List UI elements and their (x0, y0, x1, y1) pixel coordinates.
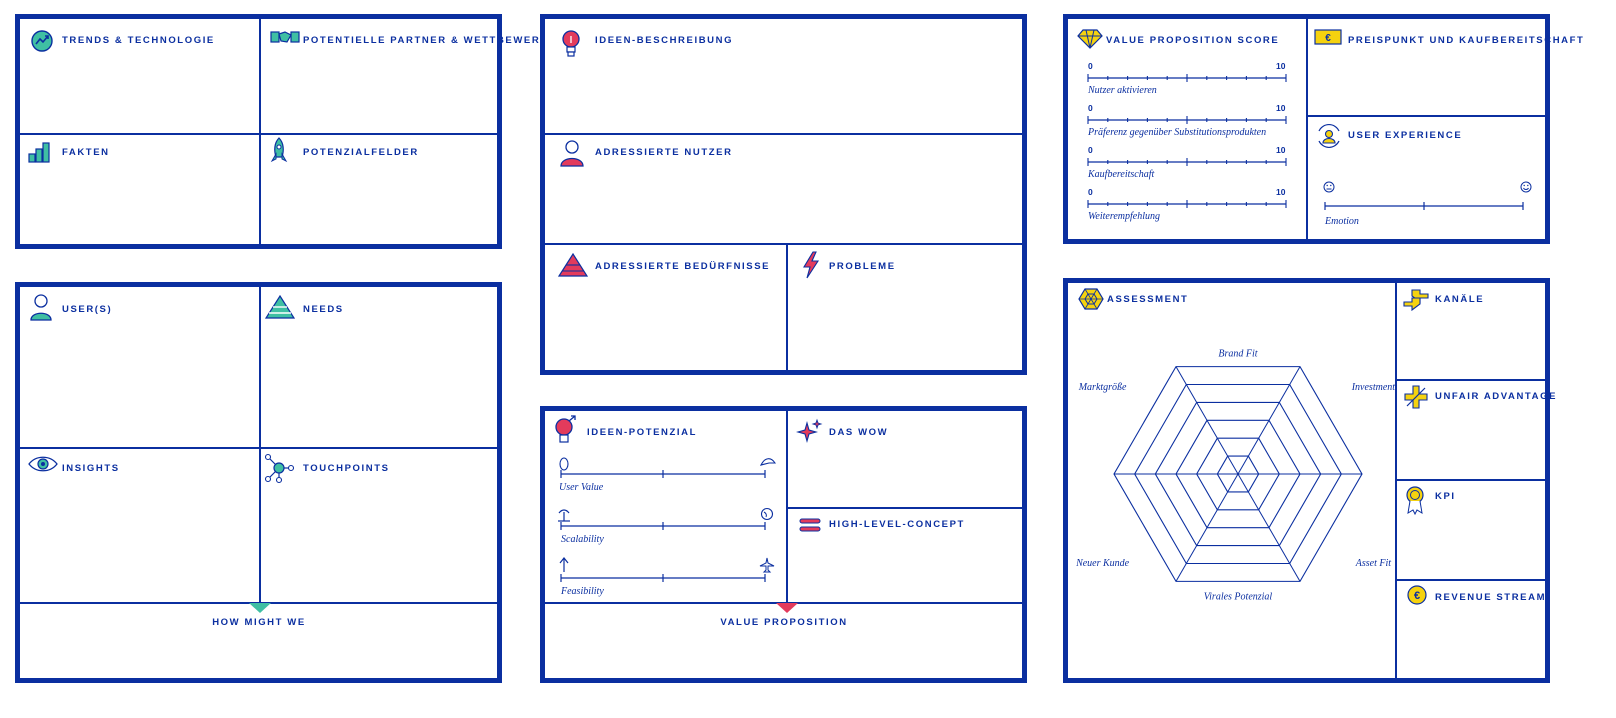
insights-label: INSIGHTS (62, 463, 120, 474)
plane-icon (759, 557, 775, 573)
euro-coin-icon: € (1407, 585, 1427, 605)
scale-max-label: 10 (1276, 187, 1286, 197)
network-icon (264, 453, 295, 484)
scalability-scale (560, 522, 766, 530)
radar-axis-label: Asset Fit (1355, 558, 1391, 569)
scale-label-scalability: Scalability (561, 534, 604, 545)
score-scale (1087, 74, 1287, 82)
radar-axis-label: Investment (1351, 382, 1396, 393)
bar-chart-icon (28, 142, 50, 163)
channels-label: KANÄLE (1435, 294, 1485, 305)
vp-marker (776, 603, 798, 613)
sparkle-icon (795, 418, 823, 444)
svg-text:€: € (1325, 33, 1331, 44)
ux-label: USER EXPERIENCE (1348, 130, 1463, 141)
happy-face-icon (1520, 181, 1532, 193)
value-score-title: VALUE PROPOSITION SCORE (1106, 35, 1280, 46)
scale-min-label: 0 (1088, 145, 1093, 155)
scale-min-label: 0 (1088, 187, 1093, 197)
scale-label-user-value: User Value (559, 482, 604, 493)
emotion-scale (1324, 202, 1524, 210)
facts-label: FAKTEN (62, 147, 110, 158)
scale-max-label: 10 (1276, 103, 1286, 113)
score-scale (1087, 158, 1287, 166)
bird-icon (759, 458, 777, 466)
needs-pyramid-icon (557, 252, 589, 277)
eye-icon (28, 456, 58, 472)
hmw-label: HOW MIGHT WE (212, 617, 306, 628)
trends-label: TRENDS & TECHNOLOGIE (62, 35, 215, 46)
score-scale-label: Nutzer aktivieren (1088, 85, 1157, 96)
user-icon (30, 294, 52, 321)
problems-label: PROBLEME (829, 261, 896, 272)
radar-axis-label: Marktgröße (1078, 382, 1127, 393)
concept-label: HIGH-LEVEL-CONCEPT (829, 519, 965, 530)
price-label: PREISPUNKT UND KAUFBEREITSCHAFT (1348, 35, 1585, 46)
ux-cycle-icon (1318, 123, 1340, 149)
person-icon (560, 140, 584, 167)
wow-label: DAS WOW (829, 427, 889, 438)
radar-axis-label: Brand Fit (1218, 349, 1257, 360)
scale-min-label: 0 (1088, 61, 1093, 71)
assessment-radar: Brand Fit Investment Asset Fit Virales Pote… (1075, 349, 1396, 603)
idea-description-label: IDEEN-BESCHREIBUNG (595, 35, 734, 46)
medal-icon (1406, 486, 1424, 516)
radar-axis-label: Virales Potenzial (1204, 591, 1273, 602)
scale-min-label: 0 (1088, 103, 1093, 113)
plus-arrow-icon (1404, 385, 1428, 409)
score-scale-label: Präferenz gegenüber Substitutionsprodukt… (1088, 127, 1267, 138)
arrow-up-icon (559, 557, 569, 572)
user-value-scale (560, 470, 766, 478)
research-panel: TRENDS & TECHNOLOGIE POTENTIELLE PARTNER… (15, 14, 547, 249)
hmw-marker (249, 603, 271, 613)
radar-axis-label: Neuer Kunde (1075, 558, 1130, 569)
needs-label: NEEDS (303, 304, 344, 315)
score-scale (1087, 116, 1287, 124)
handshake-icon (270, 31, 300, 43)
pyramid-icon (264, 294, 296, 319)
users-panel: USER(S) NEEDS INSIGHTS TOUCHPOINTS HOW M… (15, 282, 502, 683)
revenue-label: REVENUE STREAM (1435, 592, 1547, 603)
users-label: USER(S) (62, 304, 113, 315)
score-scale-label: Weiterempfehlung (1088, 211, 1161, 222)
feasibility-scale (560, 574, 766, 582)
globe-icon (760, 507, 774, 521)
equals-icon (799, 518, 821, 532)
emotion-label: Emotion (1325, 216, 1359, 227)
channels-icon (1403, 289, 1429, 312)
vp-label: VALUE PROPOSITION (720, 617, 848, 628)
touchpoints-label: TOUCHPOINTS (303, 463, 390, 474)
rocket-icon (270, 137, 288, 163)
euro-note-icon: € (1314, 29, 1342, 45)
assessment-panel: ASSESSMENT Brand Fit Investment Asset Fit V… (1063, 278, 1555, 683)
kpi-label: KPI (1435, 491, 1456, 502)
partner-label: POTENTIELLE PARTNER & WETTBEWERB (303, 35, 549, 46)
idea-panel: IDEEN-BESCHREIBUNG ADRESSIERTE NUTZER AD… (540, 14, 1027, 375)
addressed-users-label: ADRESSIERTE NUTZER (595, 147, 733, 158)
potential-title: IDEEN-POTENZIAL (587, 427, 698, 438)
potential-bulb-icon (555, 415, 576, 443)
scale-max-label: 10 (1276, 61, 1286, 71)
unfair-label: UNFAIR ADVANTAGE (1435, 391, 1558, 402)
score-scale (1087, 200, 1287, 208)
diamond-icon (1077, 29, 1103, 49)
lightbulb-icon (562, 30, 580, 57)
potential-panel: IDEEN-POTENZIAL User Value Scalability F… (540, 406, 1027, 683)
addressed-needs-label: ADRESSIERTE BEDÜRFNISSE (595, 261, 771, 272)
scale-label-feasibility: Feasibility (561, 586, 604, 597)
trends-icon (31, 30, 53, 52)
fields-label: POTENZIALFELDER (303, 147, 419, 158)
scale-max-label: 10 (1276, 145, 1286, 155)
neutral-face-icon (1323, 181, 1335, 193)
value-panel: VALUE PROPOSITION SCORE 0 10 Nutzer aktivi… (1063, 14, 1583, 244)
score-scale-label: Kaufbereitschaft (1088, 169, 1155, 180)
lightning-icon (803, 251, 820, 279)
svg-text:€: € (1414, 590, 1420, 602)
